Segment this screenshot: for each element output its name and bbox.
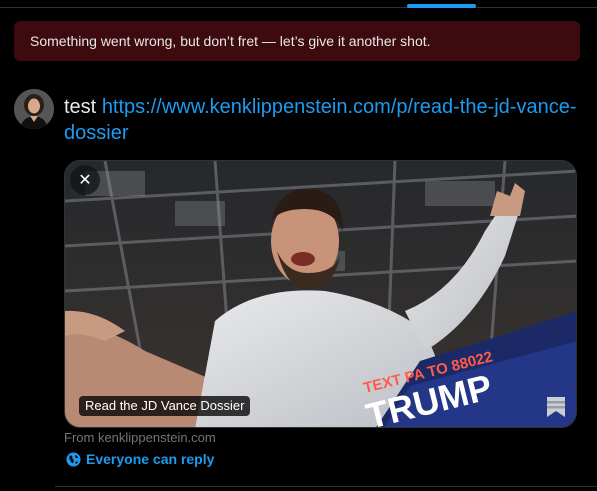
reply-setting-label: Everyone can reply: [86, 451, 215, 467]
tweet-link[interactable]: https://www.kenklippenstein.com/p/read-t…: [64, 96, 576, 144]
tweet-text: test https://www.kenklippenstein.com/p/r…: [64, 94, 579, 146]
reply-setting-button[interactable]: Everyone can reply: [66, 451, 214, 467]
bookmark-icon[interactable]: [544, 395, 568, 419]
error-message: Something went wrong, but don’t fret — l…: [30, 33, 431, 49]
close-icon: ✕: [78, 172, 92, 189]
tab-active-indicator: [407, 4, 476, 8]
card-source[interactable]: From kenklippenstein.com: [64, 430, 216, 445]
link-card[interactable]: TEXT PA TO 88022 TRUMP ✕ Read the JD Van…: [64, 160, 577, 428]
remove-card-button[interactable]: ✕: [70, 165, 100, 195]
tweet-body: test: [64, 96, 97, 118]
card-image: TEXT PA TO 88022 TRUMP: [65, 161, 576, 427]
globe-icon: [66, 451, 81, 467]
card-title: Read the JD Vance Dossier: [79, 396, 251, 416]
top-divider: [0, 7, 597, 8]
bottom-divider: [55, 486, 597, 487]
avatar[interactable]: [14, 89, 54, 129]
error-banner: Something went wrong, but don’t fret — l…: [14, 21, 580, 61]
